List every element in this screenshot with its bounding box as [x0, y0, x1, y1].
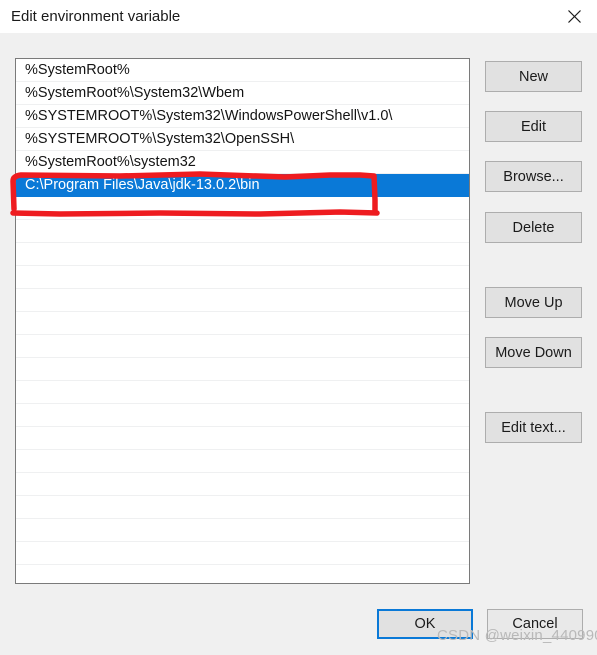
list-item-empty[interactable] [16, 404, 469, 427]
move-up-button[interactable]: Move Up [485, 287, 582, 318]
list-item[interactable]: C:\Program Files\Java\jdk-13.0.2\bin [16, 174, 469, 197]
list-item-empty[interactable] [16, 358, 469, 381]
watermark-text: CSDN @weixin_44099083 [437, 627, 597, 644]
close-button[interactable] [551, 0, 597, 32]
list-item-empty[interactable] [16, 312, 469, 335]
list-item-empty[interactable] [16, 220, 469, 243]
list-item-empty[interactable] [16, 266, 469, 289]
list-item-empty[interactable] [16, 335, 469, 358]
list-item-empty[interactable] [16, 427, 469, 450]
path-entries-list[interactable]: %SystemRoot%%SystemRoot%\System32\Wbem%S… [15, 58, 470, 584]
window-title: Edit environment variable [11, 7, 180, 26]
move-down-button[interactable]: Move Down [485, 337, 582, 368]
delete-button[interactable]: Delete [485, 212, 582, 243]
new-button[interactable]: New [485, 61, 582, 92]
list-item-empty[interactable] [16, 197, 469, 220]
list-item-empty[interactable] [16, 243, 469, 266]
list-item-empty[interactable] [16, 381, 469, 404]
edit-button[interactable]: Edit [485, 111, 582, 142]
edit-text-button[interactable]: Edit text... [485, 412, 582, 443]
list-item-empty[interactable] [16, 450, 469, 473]
browse-button[interactable]: Browse... [485, 161, 582, 192]
title-bar: Edit environment variable [0, 0, 597, 33]
list-item-empty[interactable] [16, 542, 469, 565]
list-item-empty[interactable] [16, 473, 469, 496]
list-item[interactable]: %SYSTEMROOT%\System32\OpenSSH\ [16, 128, 469, 151]
list-item[interactable]: %SystemRoot%\System32\Wbem [16, 82, 469, 105]
dialog-body: %SystemRoot%%SystemRoot%\System32\Wbem%S… [0, 33, 597, 655]
list-item[interactable]: %SystemRoot%\system32 [16, 151, 469, 174]
list-item-empty[interactable] [16, 496, 469, 519]
list-item[interactable]: %SystemRoot% [16, 59, 469, 82]
list-item-empty[interactable] [16, 289, 469, 312]
close-icon [568, 10, 581, 23]
list-item[interactable]: %SYSTEMROOT%\System32\WindowsPowerShell\… [16, 105, 469, 128]
list-item-empty[interactable] [16, 519, 469, 542]
